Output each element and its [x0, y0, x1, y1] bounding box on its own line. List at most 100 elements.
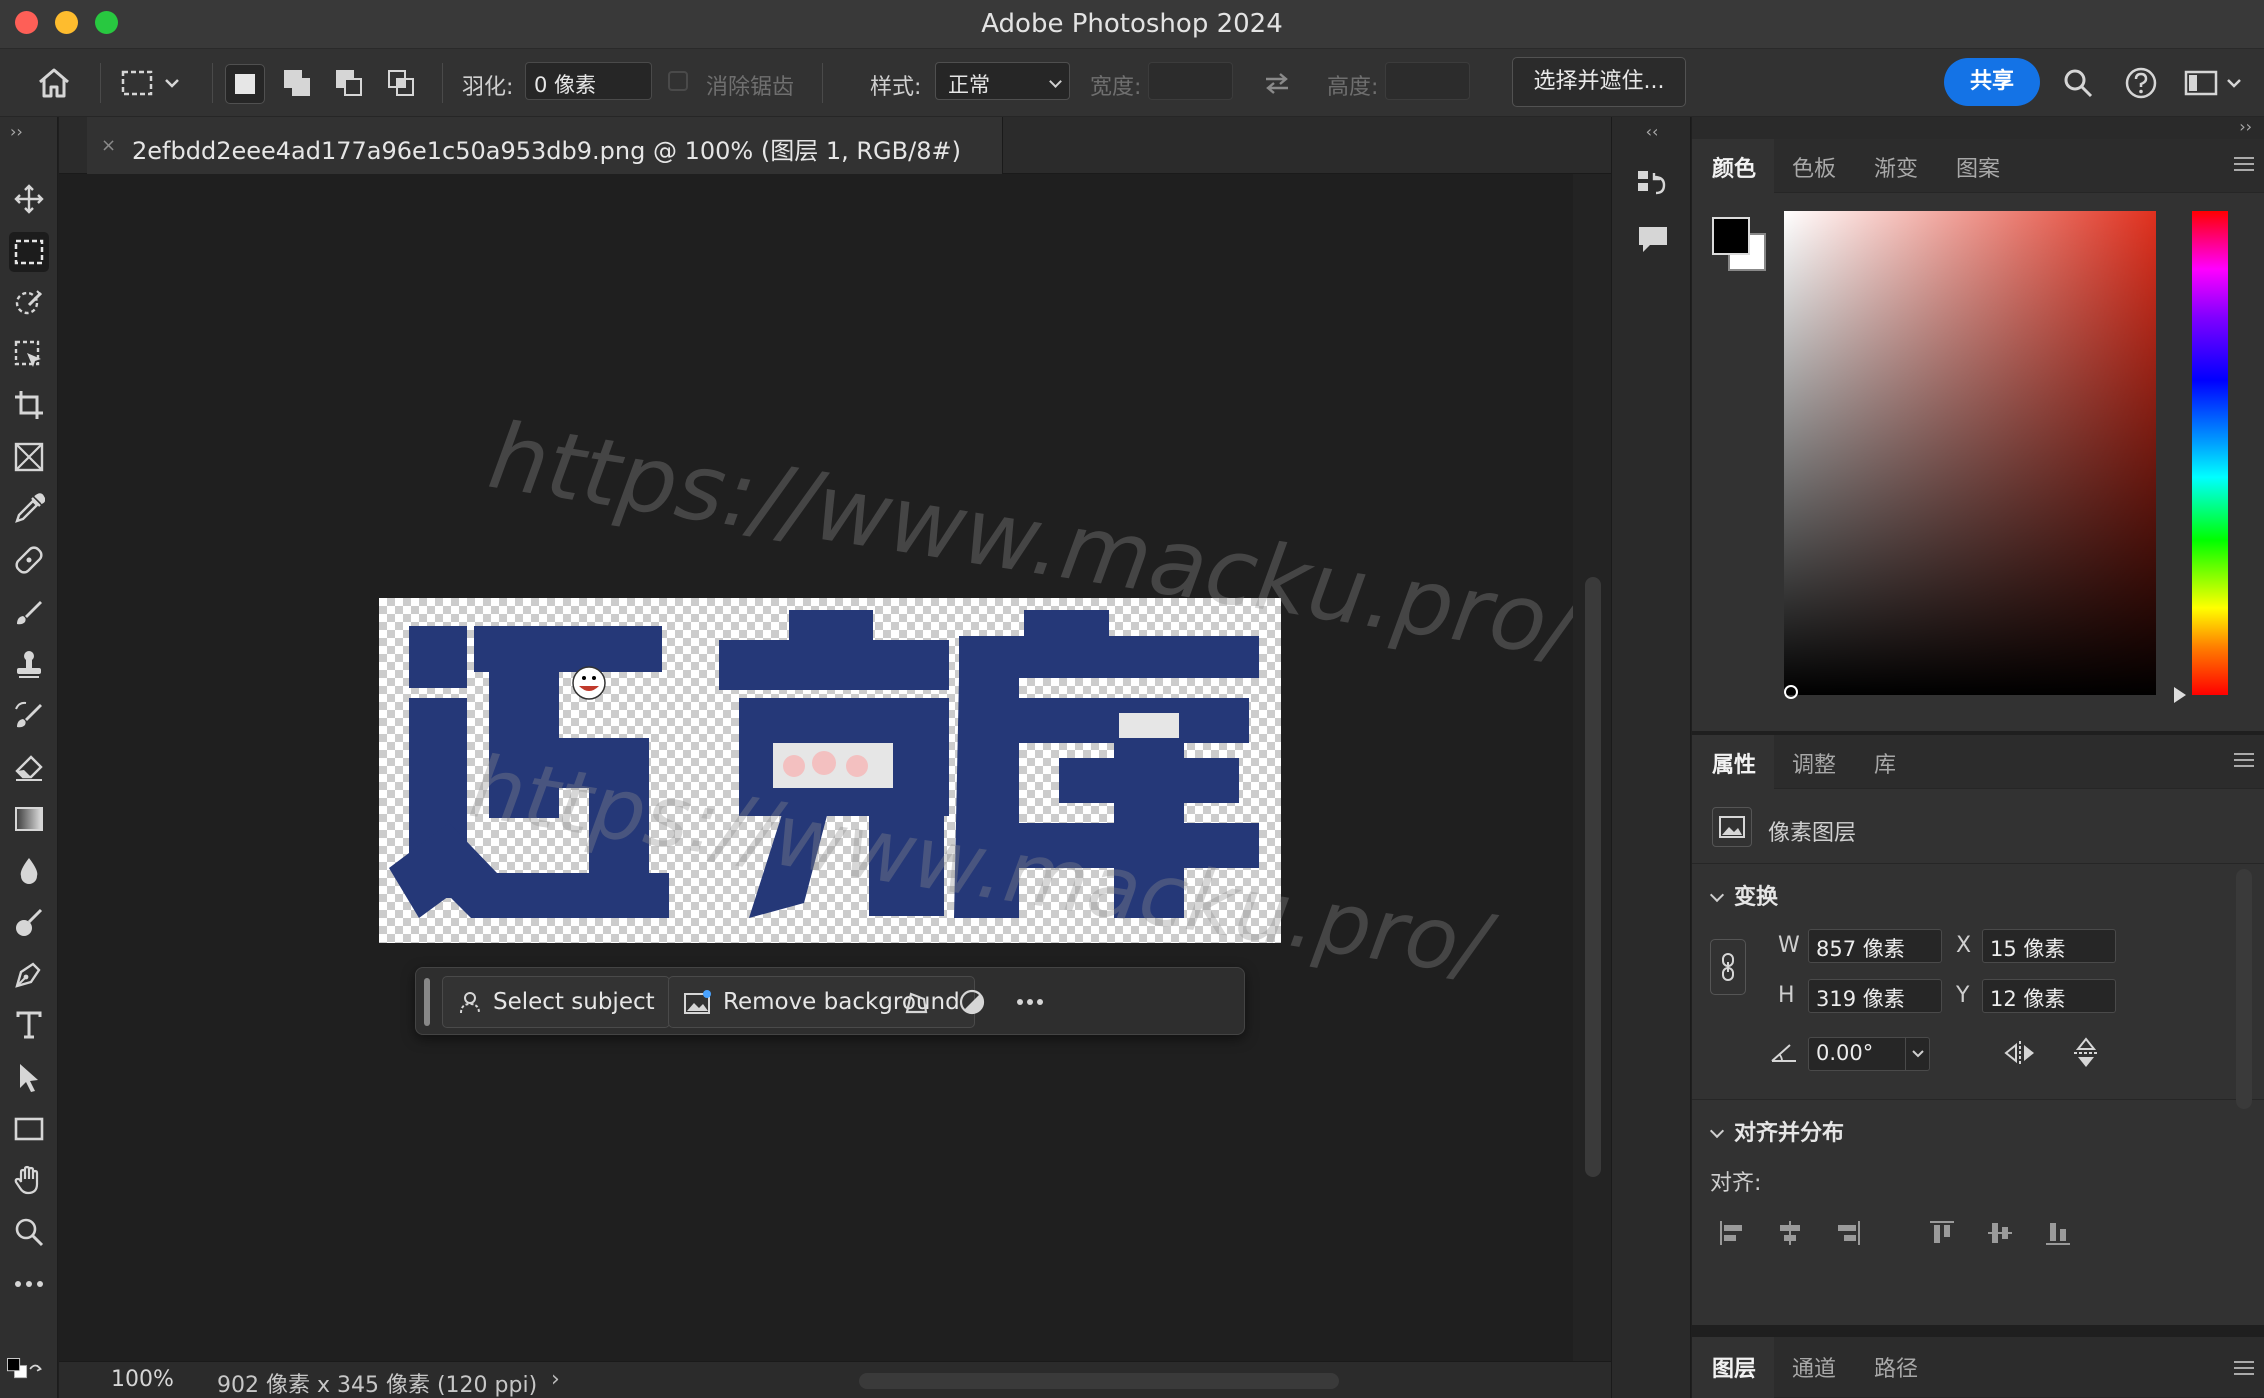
align-horizontal-centers-icon[interactable] [1776, 1219, 1804, 1251]
panel-menu-icon[interactable] [2234, 753, 2254, 767]
adjustment-layer-icon[interactable] [956, 986, 988, 1018]
zoom-tool-icon[interactable] [9, 1212, 49, 1252]
marquee-preset-icon[interactable] [120, 49, 192, 117]
tab-properties[interactable]: 属性 [1712, 747, 1756, 779]
vertical-scroll-thumb[interactable] [1585, 577, 1601, 1177]
tab-paths[interactable]: 路径 [1874, 1351, 1918, 1383]
flip-horizontal-icon[interactable] [2002, 1037, 2038, 1073]
tab-libraries[interactable]: 库 [1874, 747, 1896, 779]
share-button[interactable]: 共享 [1944, 58, 2040, 106]
color-field[interactable] [1784, 211, 2156, 695]
move-tool-icon[interactable] [9, 179, 49, 219]
hue-slider-handle[interactable] [2174, 687, 2186, 703]
align-title: 对齐并分布 [1734, 1121, 1845, 1146]
crop-selection-tool-icon[interactable] [9, 335, 49, 375]
height-field[interactable]: 319 像素 [1808, 979, 1942, 1013]
brush-tool-icon[interactable] [9, 592, 49, 632]
expand-panels-icon[interactable]: ›› [2239, 117, 2252, 136]
tab-patterns[interactable]: 图案 [1956, 151, 2000, 183]
eraser-tool-icon[interactable] [9, 747, 49, 787]
pen-tool-icon[interactable] [9, 954, 49, 994]
transform-section-header[interactable]: 变换 [1709, 879, 1778, 911]
align-bottom-edges-icon[interactable] [2044, 1219, 2072, 1251]
comments-panel-icon[interactable] [1636, 223, 1670, 261]
align-section-header[interactable]: 对齐并分布 [1709, 1115, 1845, 1147]
remove-background-icon [684, 990, 711, 1014]
tab-color[interactable]: 颜色 [1712, 151, 1756, 183]
close-tab-icon[interactable]: × [101, 135, 116, 156]
transform-selection-icon[interactable] [900, 986, 932, 1018]
chevron-down-icon[interactable] [1905, 1038, 1929, 1070]
new-selection-button[interactable] [225, 64, 265, 104]
add-to-selection-button[interactable] [278, 64, 318, 104]
tab-gradients[interactable]: 渐变 [1874, 151, 1918, 183]
align-right-edges-icon[interactable] [1834, 1219, 1862, 1251]
more-tools-icon[interactable] [9, 1264, 49, 1304]
history-brush-tool-icon[interactable] [9, 695, 49, 735]
chevron-down-icon [1709, 887, 1725, 903]
chevron-right-icon[interactable]: › [551, 1367, 560, 1392]
link-dimensions-icon[interactable] [1710, 939, 1746, 995]
flip-vertical-icon[interactable] [2070, 1035, 2102, 1075]
y-field[interactable]: 12 像素 [1982, 979, 2116, 1013]
path-selection-tool-icon[interactable] [9, 1057, 49, 1097]
clone-stamp-tool-icon[interactable] [9, 644, 49, 684]
type-tool-icon[interactable] [9, 1005, 49, 1045]
color-picker-handle[interactable] [1784, 685, 1798, 699]
style-select[interactable]: 正常 [935, 62, 1070, 100]
frame-tool-icon[interactable] [9, 437, 49, 477]
workspace-switcher-icon[interactable] [2184, 49, 2244, 117]
gradient-tool-icon[interactable] [9, 799, 49, 839]
zoom-level[interactable]: 100% [111, 1367, 174, 1392]
home-icon[interactable] [36, 49, 76, 117]
pixel-layer-icon [1712, 807, 1752, 847]
feather-input[interactable]: 0 像素 [525, 62, 652, 100]
help-icon[interactable] [2124, 49, 2160, 117]
tab-adjustments[interactable]: 调整 [1792, 747, 1836, 779]
horizontal-scroll-thumb[interactable] [859, 1373, 1339, 1389]
object-selection-tool-icon[interactable] [9, 283, 49, 323]
align-top-edges-icon[interactable] [1928, 1219, 1956, 1251]
properties-panel-tabs: 属性 调整 库 [1692, 735, 2264, 789]
angle-field[interactable]: 0.00° [1808, 1037, 1930, 1071]
expand-toolbar-icon[interactable]: ›› [10, 122, 23, 141]
height-input[interactable] [1385, 62, 1470, 100]
width-label: 宽度: [1090, 75, 1142, 100]
tab-channels[interactable]: 通道 [1792, 1351, 1836, 1383]
subtract-from-selection-button[interactable] [330, 64, 370, 104]
rectangle-tool-icon[interactable] [9, 1109, 49, 1149]
tab-swatches[interactable]: 色板 [1792, 151, 1836, 183]
color-swatches-icon[interactable] [4, 1349, 44, 1389]
rectangular-marquee-tool-icon[interactable] [9, 232, 49, 272]
task-bar-grip[interactable] [424, 978, 430, 1026]
document-tab[interactable]: × 2efbdd2eee4ad177a96e1c50a953db9.png @ … [87, 117, 1003, 174]
hue-slider[interactable] [2192, 211, 2228, 695]
foreground-color-swatch[interactable] [1712, 217, 1750, 255]
swap-dimensions-icon[interactable] [1262, 49, 1298, 117]
antialias-checkbox[interactable] [668, 71, 688, 91]
align-vertical-centers-icon[interactable] [1986, 1219, 2014, 1251]
history-panel-icon[interactable] [1636, 167, 1670, 205]
collapse-panels-icon[interactable]: ‹‹ [1620, 117, 1684, 147]
select-and-mask-button[interactable]: 选择并遮住... [1512, 57, 1686, 107]
eyedropper-tool-icon[interactable] [9, 489, 49, 529]
crop-tool-icon[interactable] [9, 385, 49, 425]
width-input[interactable] [1148, 62, 1233, 100]
select-subject-button[interactable]: Select subject [442, 976, 670, 1028]
document-info[interactable]: 902 像素 x 345 像素 (120 ppi) [217, 1367, 537, 1398]
style-label: 样式: [870, 75, 922, 100]
intersect-selection-button[interactable] [382, 64, 422, 104]
dodge-tool-icon[interactable] [9, 902, 49, 942]
panel-menu-icon[interactable] [2234, 1361, 2254, 1375]
tab-layers[interactable]: 图层 [1712, 1351, 1756, 1383]
hand-tool-icon[interactable] [9, 1160, 49, 1200]
more-options-icon[interactable] [1014, 986, 1046, 1018]
search-icon[interactable] [2062, 49, 2098, 117]
healing-brush-tool-icon[interactable] [9, 540, 49, 580]
align-left-edges-icon[interactable] [1718, 1219, 1746, 1251]
width-field[interactable]: 857 像素 [1808, 929, 1942, 963]
properties-scrollbar[interactable] [2236, 869, 2252, 1109]
x-field[interactable]: 15 像素 [1982, 929, 2116, 963]
panel-menu-icon[interactable] [2234, 157, 2254, 171]
blur-tool-icon[interactable] [9, 851, 49, 891]
